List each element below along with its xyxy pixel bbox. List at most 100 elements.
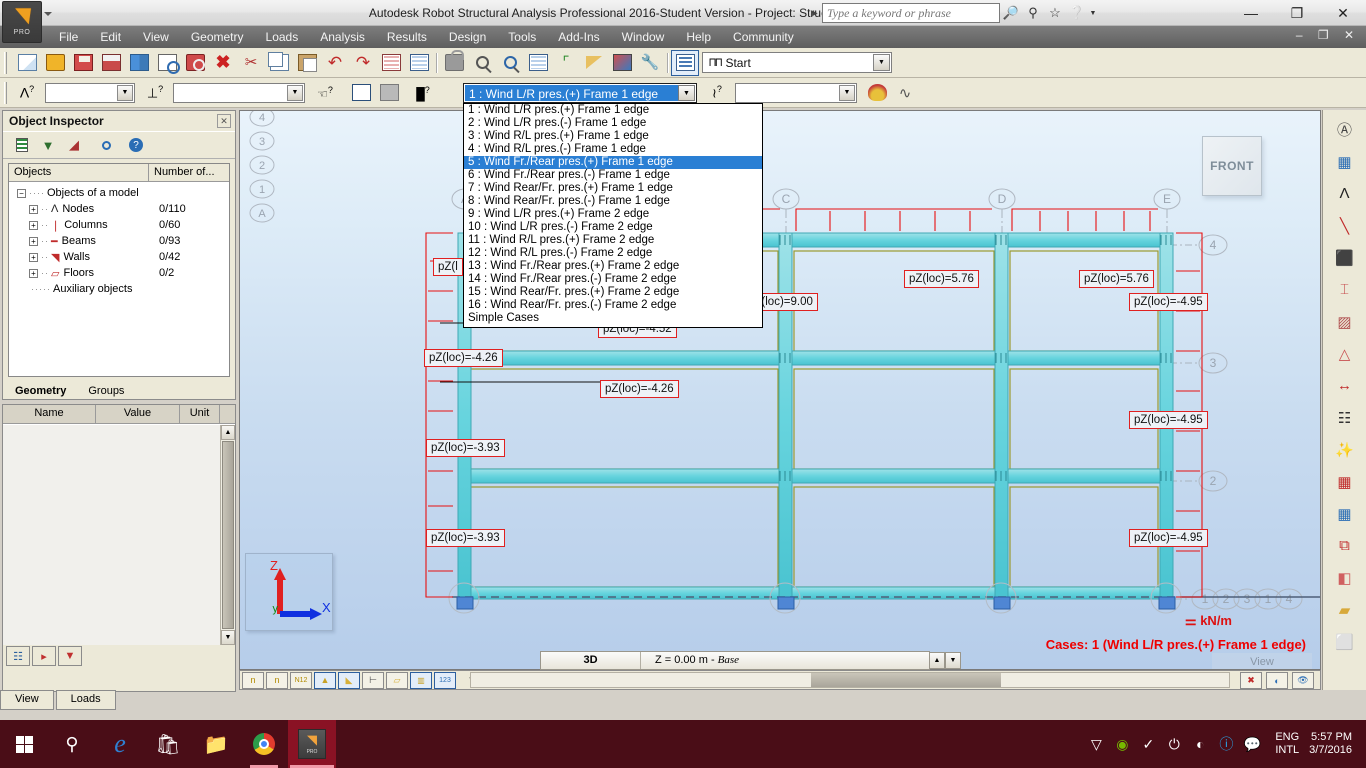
properties-scrollbar[interactable]: ▲ ▼ <box>220 425 235 645</box>
mdi-window-controls[interactable]: – ❐ ✕ <box>1296 28 1360 42</box>
node-filter-combo[interactable]: ▼ <box>45 82 135 103</box>
load-case-option-6[interactable]: 6 : Wind Fr./Rear pres.(-) Frame 1 edge <box>464 169 762 182</box>
language-indicator[interactable]: ENG INTL <box>1265 731 1309 757</box>
case-filter-chevron-down-icon[interactable]: ▼ <box>839 84 855 101</box>
view-windows-button[interactable] <box>524 50 552 76</box>
timber-beam-button[interactable]: ▰ <box>1328 594 1362 625</box>
menu-window[interactable]: Window <box>611 28 676 46</box>
menu-analysis[interactable]: Analysis <box>309 28 376 46</box>
uniform-load-button[interactable]: ☷ <box>1328 402 1362 433</box>
object-inspector-close-icon[interactable]: ✕ <box>217 114 231 128</box>
no-display-icon[interactable]: ✖ <box>1240 672 1262 689</box>
panel-layers-button[interactable]: ▨ <box>1328 306 1362 337</box>
horizontal-scrollbar[interactable] <box>470 672 1230 688</box>
view-mode-label[interactable]: 3D <box>541 652 641 669</box>
screen-capture-button[interactable] <box>181 50 209 76</box>
dimension-load-button[interactable]: ↔ <box>1328 370 1362 401</box>
copy-button[interactable] <box>265 50 293 76</box>
solid-object-button[interactable]: ⬛ <box>1328 242 1362 273</box>
redo-button[interactable]: ↷ <box>349 50 377 76</box>
tree-item-columns[interactable]: + ·· ❘ Columns 0/60 <box>9 217 229 233</box>
support-hatch-button[interactable]: △ <box>1328 338 1362 369</box>
load-case-option-11[interactable]: 11 : Wind R/L pres.(+) Frame 2 edge <box>464 234 762 247</box>
object-inspector-tree[interactable]: Objects Number of... − ···· Objects of a… <box>8 163 230 377</box>
scroll-thumb[interactable] <box>222 441 234 629</box>
action-center-icon[interactable]: 💬 <box>1239 736 1265 753</box>
snap-settings-button[interactable]: ⌜ <box>552 50 580 76</box>
stress-section-button[interactable]: ⧉ <box>1328 530 1362 561</box>
node-filter-chevron-down-icon[interactable]: ▼ <box>117 84 133 101</box>
bar-numbers-icon[interactable]: n <box>266 671 288 689</box>
menu-design[interactable]: Design <box>438 28 497 46</box>
red-flag-icon[interactable]: ▸ <box>32 646 56 666</box>
bracket-button[interactable]: ◧ <box>1328 562 1362 593</box>
tab-geometry[interactable]: Geometry <box>3 383 76 399</box>
layers-icon[interactable] <box>11 134 33 156</box>
sections-icon[interactable]: ⊢ <box>362 671 384 689</box>
level-down-icon[interactable]: ▼ <box>945 652 961 669</box>
load-help-button[interactable]: █? <box>409 80 437 106</box>
load-case-option-3[interactable]: 3 : Wind R/L pres.(+) Frame 1 edge <box>464 130 762 143</box>
help-dropdown-icon[interactable]: ▼ <box>1088 3 1098 23</box>
supports-icon[interactable]: ▲ <box>314 671 336 689</box>
load-case-dropdown-list[interactable]: 1 : Wind L/R pres.(+) Frame 1 edge 2 : Wi… <box>463 103 763 328</box>
beam-help-button[interactable]: ≀? <box>703 80 731 106</box>
tree-item-floors[interactable]: + ·· ▱ Floors 0/2 <box>9 265 229 281</box>
application-logo[interactable]: ◥ PRO <box>2 1 42 43</box>
magic-load-button[interactable]: ✨ <box>1328 434 1362 465</box>
support-filter-chevron-down-icon[interactable]: ▼ <box>287 84 303 101</box>
load-case-combo[interactable]: 1 : Wind L/R pres.(+) Frame 1 edge ▼ <box>463 83 697 103</box>
load-case-chevron-down-icon[interactable]: ▼ <box>678 85 695 101</box>
menu-edit[interactable]: Edit <box>89 28 132 46</box>
robot-app-button[interactable]: ◥ PRO <box>288 720 336 768</box>
view-display-button[interactable]: ▦ <box>1328 146 1362 177</box>
view-cube[interactable]: FRONT <box>1202 136 1262 196</box>
load-case-option-15[interactable]: 15 : Wind Rear/Fr. pres.(+) Frame 2 edge <box>464 286 762 299</box>
nvidia-icon[interactable]: ◉ <box>1109 736 1135 753</box>
print-button[interactable] <box>97 50 125 76</box>
job-preferences-button[interactable]: 🔧 <box>636 50 664 76</box>
expand-icon[interactable]: + <box>29 220 38 230</box>
tab-groups[interactable]: Groups <box>76 383 134 399</box>
section-display-button[interactable] <box>347 80 375 106</box>
filter-clear-icon[interactable]: ◢ <box>63 134 85 156</box>
expand-icon[interactable]: + <box>29 204 38 214</box>
tables-red-button[interactable] <box>377 50 405 76</box>
scroll-up-icon[interactable]: ▲ <box>221 425 235 440</box>
dropbox-icon[interactable]: ✓ <box>1135 736 1161 753</box>
menu-file[interactable]: File <box>48 28 89 46</box>
tree-item-nodes[interactable]: + ·· Λ Nodes 0/110 <box>9 201 229 217</box>
load-case-option-17[interactable]: Simple Cases <box>464 312 762 325</box>
chrome-browser-button[interactable] <box>240 720 288 768</box>
close-button[interactable]: ✕ <box>1320 0 1366 26</box>
help-circle-icon[interactable]: ❔ <box>1066 3 1088 23</box>
search-taskbar-button[interactable]: ⚲ <box>48 720 96 768</box>
filter-icon[interactable]: ▼ <box>37 134 59 156</box>
tab-view[interactable]: View <box>0 690 54 710</box>
load-case-option-16[interactable]: 16 : Wind Rear/Fr. pres.(-) Frame 2 edge <box>464 299 762 312</box>
load-case-option-7[interactable]: 7 : Wind Rear/Fr. pres.(+) Frame 1 edge <box>464 182 762 195</box>
axis-numbering-button[interactable]: Ⓐ <box>1328 114 1362 145</box>
level-up-icon[interactable]: ▲ <box>929 652 945 669</box>
tree-root-row[interactable]: − ···· Objects of a model <box>9 185 229 201</box>
grab-help-button[interactable]: ☜? <box>311 80 339 106</box>
menu-addins[interactable]: Add-Ins <box>547 28 610 46</box>
clock[interactable]: 5:57 PM 3/7/2016 <box>1309 731 1366 757</box>
filter-red-icon[interactable]: ▼ <box>58 646 82 666</box>
menu-loads[interactable]: Loads <box>255 28 310 46</box>
tab-loads[interactable]: Loads <box>55 690 116 710</box>
menu-help[interactable]: Help <box>675 28 722 46</box>
show-hidden-icons-button[interactable]: ▽ <box>1083 736 1109 753</box>
load-case-option-13[interactable]: 13 : Wind Fr./Rear pres.(+) Frame 2 edge <box>464 260 762 273</box>
load-case-option-12[interactable]: 12 : Wind R/L pres.(-) Frame 2 edge <box>464 247 762 260</box>
toolbar2-grip[interactable] <box>3 81 10 104</box>
view-3d-cube-button[interactable] <box>608 50 636 76</box>
glasses-icon[interactable]: ◐ <box>1266 672 1288 689</box>
tree-auxiliary-row[interactable]: ····· Auxiliary objects <box>9 281 229 297</box>
search-expand-icon[interactable]: ► <box>808 8 822 18</box>
support-help-button[interactable]: ⊥? <box>141 80 169 106</box>
loads-values-icon[interactable]: ▥ <box>410 671 432 689</box>
i-section-button[interactable]: ⌶ <box>1328 274 1362 305</box>
start-button[interactable] <box>0 720 48 768</box>
panel-fill-icon[interactable]: ▱ <box>386 671 408 689</box>
